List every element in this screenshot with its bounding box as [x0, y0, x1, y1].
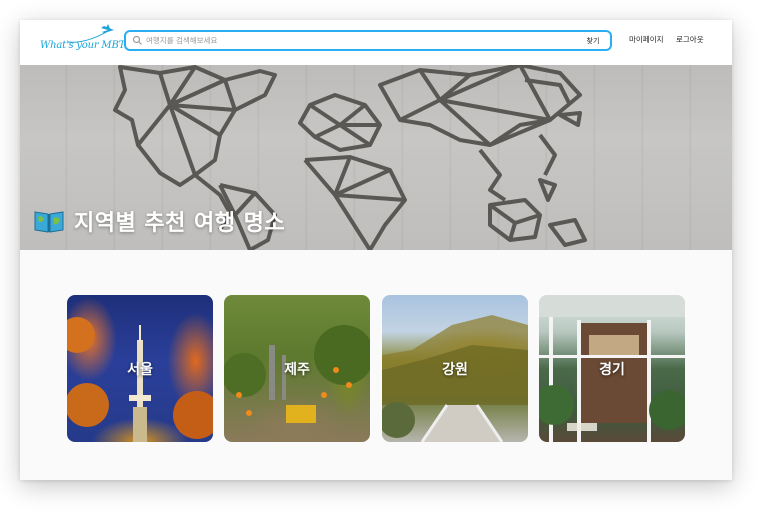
region-card-seoul[interactable]: 서울 [67, 295, 213, 442]
search-icon [132, 35, 142, 45]
region-label: 제주 [284, 361, 310, 378]
mypage-link[interactable]: 마이페이지 [629, 34, 664, 45]
app-window: What's your MBTI 찾기 마이페이지 로그아웃 [20, 20, 732, 480]
hero-banner: 지역별 추천 여행 명소 [20, 65, 732, 250]
logo-text: What's your MBTI [40, 40, 129, 51]
search-bar: 찾기 [124, 30, 612, 51]
region-card-jeju[interactable]: 제주 [224, 295, 370, 442]
logo[interactable]: What's your MBTI [38, 24, 129, 60]
region-card-gyeonggi[interactable]: 경기 [539, 295, 685, 442]
top-header: What's your MBTI 찾기 마이페이지 로그아웃 [20, 20, 732, 65]
region-label: 강원 [442, 361, 468, 378]
search-input[interactable] [146, 33, 566, 48]
region-card-list: 서울 제주 강원 경기 [67, 295, 687, 442]
map-book-icon [34, 211, 64, 233]
search-button[interactable]: 찾기 [578, 33, 608, 48]
hero-title-text: 지역별 추천 여행 명소 [74, 211, 286, 236]
region-label: 경기 [599, 361, 625, 378]
logout-link[interactable]: 로그아웃 [676, 34, 704, 45]
region-card-gangwon[interactable]: 강원 [382, 295, 528, 442]
region-label: 서울 [127, 361, 153, 378]
hero-title: 지역별 추천 여행 명소 [34, 205, 285, 237]
